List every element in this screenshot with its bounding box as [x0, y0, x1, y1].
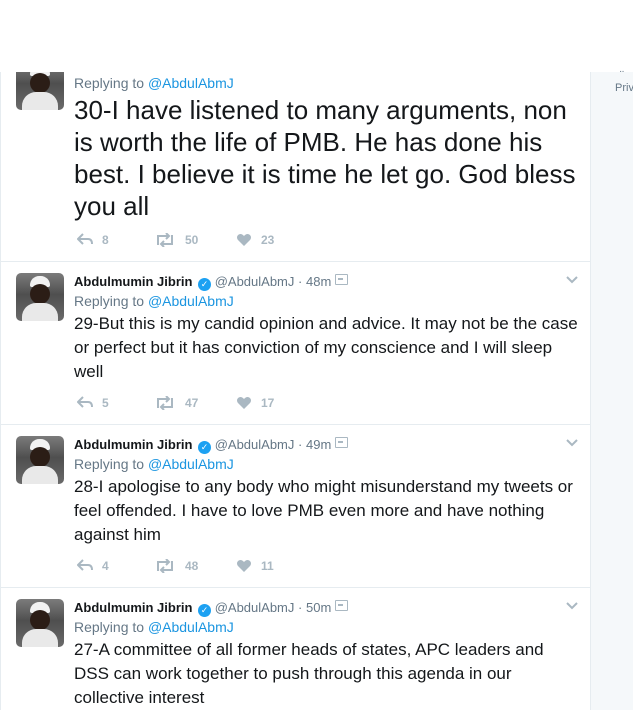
reply-count: 5 — [102, 396, 109, 410]
right-sidebar: ·· Priv — [591, 66, 633, 710]
mention-link[interactable]: @AbdulAbmJ — [148, 293, 234, 309]
replying-to-label: Replying to — [74, 456, 148, 472]
reply-button[interactable]: 4 — [77, 557, 109, 575]
retweet-button[interactable]: 47 — [154, 394, 198, 412]
replying-to-label: Replying to — [74, 619, 148, 635]
retweet-button[interactable]: 48 — [154, 557, 198, 575]
replying-to: Replying to @AbdulAbmJ — [74, 456, 234, 472]
media-icon — [335, 274, 349, 285]
tweet-30[interactable]: Replying to @AbdulAbmJ 30-I have listene… — [1, 72, 590, 262]
replying-to-label: Replying to — [74, 293, 148, 309]
retweet-button[interactable]: 50 — [154, 231, 198, 249]
tweet-text: 29-But this is my candid opinion and adv… — [74, 314, 578, 381]
reply-count: 8 — [102, 233, 109, 247]
heart-icon — [237, 396, 251, 409]
retweet-icon — [157, 233, 173, 247]
chevron-down-icon[interactable] — [565, 599, 579, 613]
timestamp[interactable]: 50m — [306, 600, 331, 615]
avatar[interactable] — [16, 72, 64, 110]
avatar[interactable] — [16, 436, 64, 484]
tweet-stream: Replying to @AbdulAbmJ 30-I have listene… — [0, 72, 591, 710]
like-count: 23 — [261, 233, 275, 247]
heart-icon — [237, 559, 251, 572]
retweet-icon — [157, 396, 173, 410]
media-icon — [335, 600, 349, 611]
like-button[interactable]: 17 — [236, 394, 274, 412]
chevron-down-icon[interactable] — [565, 436, 579, 450]
tweet-text: 28-I apologise to any body who might mis… — [74, 477, 573, 544]
verified-badge-icon: ✓ — [198, 604, 212, 617]
mention-link[interactable]: @AbdulAbmJ — [148, 75, 234, 91]
avatar[interactable] — [16, 599, 64, 647]
retweet-icon — [157, 559, 173, 573]
timestamp[interactable]: 48m — [306, 274, 331, 289]
heart-icon — [237, 233, 251, 246]
like-count: 17 — [261, 396, 275, 410]
like-button[interactable]: 11 — [236, 557, 274, 575]
tweet-text: 30-I have listened to many arguments, no… — [74, 95, 576, 221]
tweet-29[interactable]: Abdulmumin Jibrin ✓ @AbdulAbmJ · 48m Rep… — [1, 261, 590, 425]
replying-to-label: Replying to — [74, 75, 148, 91]
reply-icon — [77, 233, 93, 245]
privacy-link-partial[interactable]: Priv — [615, 82, 633, 94]
tweet-text: 27-A committee of all former heads of st… — [74, 640, 544, 707]
sidebar-dots-partial: ·· — [619, 66, 625, 77]
retweet-count: 48 — [185, 559, 199, 573]
reply-icon — [77, 559, 93, 571]
like-button[interactable]: 23 — [236, 231, 274, 249]
author-handle[interactable]: @AbdulAbmJ — [215, 274, 295, 289]
like-count: 11 — [261, 559, 274, 573]
author-name[interactable]: Abdulmumin Jibrin — [74, 437, 192, 452]
verified-badge-icon: ✓ — [198, 278, 212, 291]
tweet-header: Abdulmumin Jibrin ✓ @AbdulAbmJ · 50m — [74, 600, 349, 617]
reply-icon — [77, 396, 93, 408]
replying-to: Replying to @AbdulAbmJ — [74, 75, 234, 91]
reply-count: 4 — [102, 559, 109, 573]
reply-button[interactable]: 8 — [77, 231, 109, 249]
tweet-header: Abdulmumin Jibrin ✓ @AbdulAbmJ · 48m — [74, 274, 349, 291]
retweet-count: 47 — [185, 396, 199, 410]
author-handle[interactable]: @AbdulAbmJ — [215, 437, 295, 452]
author-name[interactable]: Abdulmumin Jibrin — [74, 274, 192, 289]
avatar[interactable] — [16, 273, 64, 321]
timestamp[interactable]: 49m — [306, 437, 331, 452]
replying-to: Replying to @AbdulAbmJ — [74, 293, 234, 309]
author-name[interactable]: Abdulmumin Jibrin — [74, 600, 192, 615]
mention-link[interactable]: @AbdulAbmJ — [148, 456, 234, 472]
top-blank-area — [0, 0, 633, 72]
tweet-27[interactable]: Abdulmumin Jibrin ✓ @AbdulAbmJ · 50m Rep… — [1, 587, 590, 710]
reply-button[interactable]: 5 — [77, 394, 109, 412]
verified-badge-icon: ✓ — [198, 441, 212, 454]
author-handle[interactable]: @AbdulAbmJ — [215, 600, 295, 615]
tweet-header: Abdulmumin Jibrin ✓ @AbdulAbmJ · 49m — [74, 437, 349, 454]
replying-to: Replying to @AbdulAbmJ — [74, 619, 234, 635]
media-icon — [335, 437, 349, 448]
retweet-count: 50 — [185, 233, 199, 247]
mention-link[interactable]: @AbdulAbmJ — [148, 619, 234, 635]
tweet-28[interactable]: Abdulmumin Jibrin ✓ @AbdulAbmJ · 49m Rep… — [1, 424, 590, 588]
chevron-down-icon[interactable] — [565, 273, 579, 287]
